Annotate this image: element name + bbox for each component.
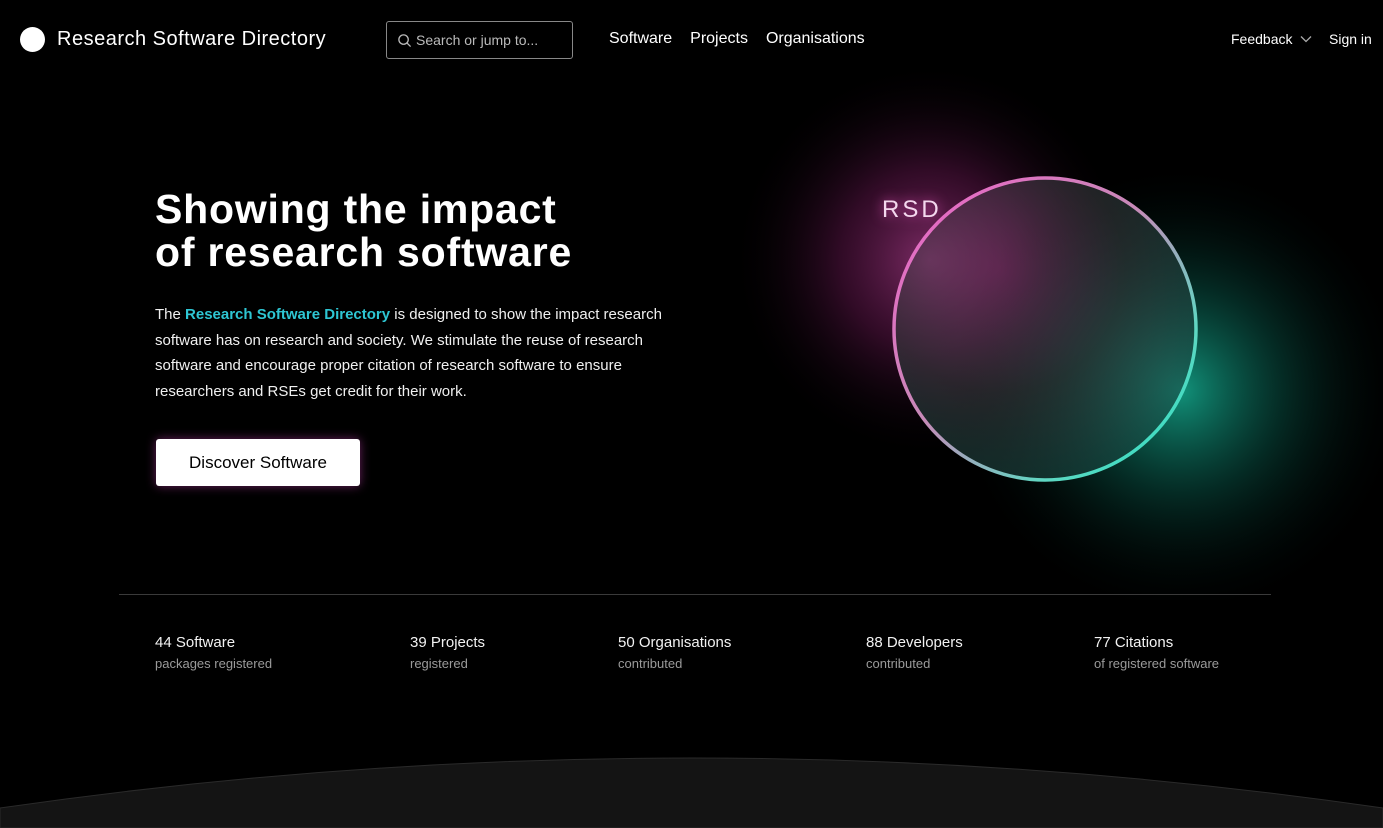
logo-circle-icon[interactable] [20, 27, 45, 52]
stat-count: 39 Projects [410, 634, 486, 651]
bottom-curve-section [0, 757, 1383, 828]
stat-caption: contributed [866, 656, 931, 671]
chevron-down-icon [1301, 36, 1312, 43]
search-icon [398, 33, 412, 47]
nav-projects[interactable]: Projects [690, 30, 748, 48]
stat-citations: 77 Citations of registered software [1094, 634, 1219, 671]
stat-software: 44 Software packages registered [155, 634, 272, 671]
stat-count: 50 Organisations [618, 634, 732, 651]
sign-in-link[interactable]: Sign in [1329, 31, 1372, 47]
nav-software[interactable]: Software [609, 30, 672, 48]
stat-caption: registered [410, 656, 468, 671]
lens-circle [892, 176, 1198, 482]
feedback-menu[interactable]: Feedback [1231, 31, 1312, 47]
stat-count: 44 Software [155, 634, 236, 651]
hero-description: The Research Software Directory is desig… [155, 302, 700, 404]
stat-caption: of registered software [1094, 656, 1220, 671]
discover-software-button[interactable]: Discover Software [156, 439, 360, 486]
stat-caption: contributed [618, 656, 683, 671]
stat-caption: packages registered [155, 656, 273, 671]
stat-count: 88 Developers [866, 634, 963, 651]
stat-organisations: 50 Organisations contributed [618, 634, 731, 671]
nav-organisations[interactable]: Organisations [766, 30, 865, 48]
rsd-link[interactable]: Research Software Directory [185, 306, 390, 323]
rsd-art-label: RSD [882, 196, 942, 223]
stats-divider [119, 594, 1271, 595]
stat-count: 77 Citations [1094, 634, 1174, 651]
stat-developers: 88 Developers contributed [866, 634, 963, 671]
site-brand[interactable]: Research Software Directory [57, 28, 326, 51]
hero-title-line-1: Showing the impact [155, 186, 557, 232]
search-box[interactable] [386, 21, 573, 59]
hero-illustration: RSD [730, 60, 1383, 620]
search-input[interactable] [416, 32, 566, 48]
feedback-label: Feedback [1231, 31, 1293, 47]
stat-projects: 39 Projects registered [410, 634, 485, 671]
hero-title: Showing the impact of research software [155, 188, 572, 274]
hero-title-line-2: of research software [155, 229, 573, 275]
hero-text-prefix: The [155, 306, 186, 323]
main-nav: Software Projects Organisations [609, 30, 865, 48]
